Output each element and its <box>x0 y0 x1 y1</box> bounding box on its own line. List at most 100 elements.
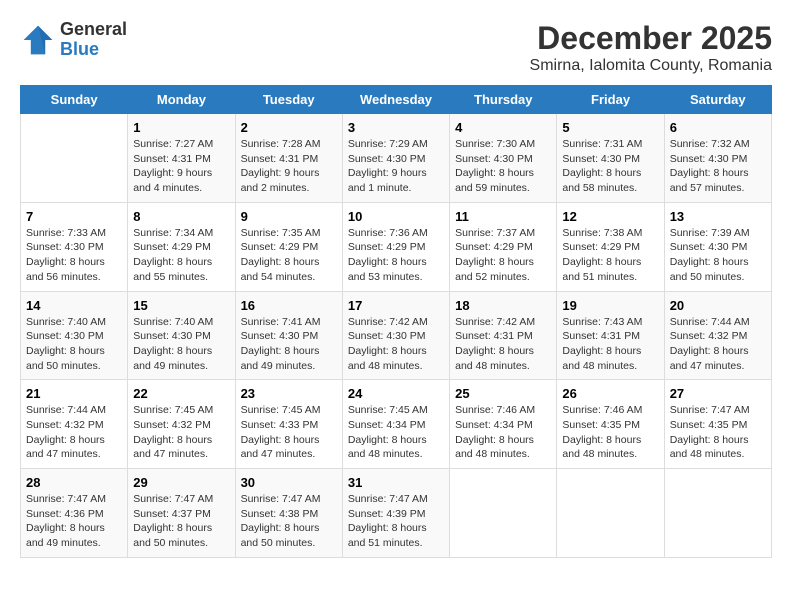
calendar-cell: 7 Sunrise: 7:33 AMSunset: 4:30 PMDaylight… <box>21 202 128 291</box>
day-number: 11 <box>455 209 551 224</box>
cell-content: Sunrise: 7:29 AMSunset: 4:30 PMDaylight:… <box>348 137 444 196</box>
day-number: 14 <box>26 298 122 313</box>
calendar-header: SundayMondayTuesdayWednesdayThursdayFrid… <box>21 86 772 114</box>
day-number: 15 <box>133 298 229 313</box>
weekday-header: Wednesday <box>342 86 449 114</box>
calendar-cell: 26 Sunrise: 7:46 AMSunset: 4:35 PMDayligh… <box>557 380 664 469</box>
day-number: 29 <box>133 475 229 490</box>
day-number: 30 <box>241 475 337 490</box>
day-number: 9 <box>241 209 337 224</box>
calendar-cell: 5Sunrise: 7:31 AMSunset: 4:30 PMDaylight… <box>557 114 664 203</box>
calendar-cell: 23Sunrise: 7:45 AMSunset: 4:33 PMDayligh… <box>235 380 342 469</box>
day-number: 12 <box>562 209 658 224</box>
weekday-header: Friday <box>557 86 664 114</box>
logo: General Blue <box>20 20 127 60</box>
calendar-cell: 29 Sunrise: 7:47 AMSunset: 4:37 PMDayligh… <box>128 469 235 558</box>
day-number: 18 <box>455 298 551 313</box>
day-number: 19 <box>562 298 658 313</box>
calendar-cell: 27Sunrise: 7:47 AMSunset: 4:35 PMDayligh… <box>664 380 771 469</box>
cell-content: Sunrise: 7:40 AMSunset: 4:30 PMDaylight:… <box>26 315 122 374</box>
cell-content: Sunrise: 7:45 AMSunset: 4:33 PMDaylight:… <box>241 403 337 462</box>
cell-content: Sunrise: 7:40 AMSunset: 4:30 PMDaylight:… <box>133 315 229 374</box>
calendar-cell: 12 Sunrise: 7:38 AMSunset: 4:29 PMDayligh… <box>557 202 664 291</box>
calendar-cell: 13 Sunrise: 7:39 AMSunset: 4:30 PMDayligh… <box>664 202 771 291</box>
weekday-header: Tuesday <box>235 86 342 114</box>
calendar-cell: 19 Sunrise: 7:43 AMSunset: 4:31 PMDayligh… <box>557 291 664 380</box>
day-number: 13 <box>670 209 766 224</box>
calendar-cell: 20Sunrise: 7:44 AMSunset: 4:32 PMDayligh… <box>664 291 771 380</box>
day-number: 2 <box>241 120 337 135</box>
day-number: 28 <box>26 475 122 490</box>
cell-content: Sunrise: 7:39 AMSunset: 4:30 PMDaylight:… <box>670 226 766 285</box>
day-number: 6 <box>670 120 766 135</box>
calendar-cell: 4Sunrise: 7:30 AMSunset: 4:30 PMDaylight… <box>450 114 557 203</box>
calendar-cell: 17 Sunrise: 7:42 AMSunset: 4:30 PMDayligh… <box>342 291 449 380</box>
cell-content: Sunrise: 7:42 AMSunset: 4:30 PMDaylight:… <box>348 315 444 374</box>
cell-content: Sunrise: 7:34 AMSunset: 4:29 PMDaylight:… <box>133 226 229 285</box>
cell-content: Sunrise: 7:33 AMSunset: 4:30 PMDaylight:… <box>26 226 122 285</box>
day-number: 24 <box>348 386 444 401</box>
cell-content: Sunrise: 7:47 AMSunset: 4:37 PMDaylight:… <box>133 492 229 551</box>
calendar-cell: 22 Sunrise: 7:45 AMSunset: 4:32 PMDayligh… <box>128 380 235 469</box>
cell-content: Sunrise: 7:47 AMSunset: 4:35 PMDaylight:… <box>670 403 766 462</box>
weekday-header-row: SundayMondayTuesdayWednesdayThursdayFrid… <box>21 86 772 114</box>
calendar-week-row: 14 Sunrise: 7:40 AMSunset: 4:30 PMDayligh… <box>21 291 772 380</box>
subtitle: Smirna, Ialomita County, Romania <box>530 57 772 75</box>
weekday-header: Sunday <box>21 86 128 114</box>
cell-content: Sunrise: 7:38 AMSunset: 4:29 PMDaylight:… <box>562 226 658 285</box>
logo-text: General Blue <box>60 20 127 60</box>
day-number: 1 <box>133 120 229 135</box>
day-number: 26 <box>562 386 658 401</box>
calendar-week-row: 1 Sunrise: 7:27 AMSunset: 4:31 PMDaylight… <box>21 114 772 203</box>
cell-content: Sunrise: 7:43 AMSunset: 4:31 PMDaylight:… <box>562 315 658 374</box>
calendar-cell: 31 Sunrise: 7:47 AMSunset: 4:39 PMDayligh… <box>342 469 449 558</box>
logo-general: General <box>60 19 127 39</box>
cell-content: Sunrise: 7:45 AMSunset: 4:34 PMDaylight:… <box>348 403 444 462</box>
cell-content: Sunrise: 7:41 AMSunset: 4:30 PMDaylight:… <box>241 315 337 374</box>
cell-content: Sunrise: 7:42 AMSunset: 4:31 PMDaylight:… <box>455 315 551 374</box>
calendar-cell: 15 Sunrise: 7:40 AMSunset: 4:30 PMDayligh… <box>128 291 235 380</box>
cell-content: Sunrise: 7:47 AMSunset: 4:39 PMDaylight:… <box>348 492 444 551</box>
calendar-cell: 8 Sunrise: 7:34 AMSunset: 4:29 PMDaylight… <box>128 202 235 291</box>
calendar-cell: 3 Sunrise: 7:29 AMSunset: 4:30 PMDaylight… <box>342 114 449 203</box>
cell-content: Sunrise: 7:28 AMSunset: 4:31 PMDaylight:… <box>241 137 337 196</box>
calendar-cell: 30 Sunrise: 7:47 AMSunset: 4:38 PMDayligh… <box>235 469 342 558</box>
title-block: December 2025 Smirna, Ialomita County, R… <box>530 20 772 75</box>
cell-content: Sunrise: 7:44 AMSunset: 4:32 PMDaylight:… <box>670 315 766 374</box>
day-number: 31 <box>348 475 444 490</box>
day-number: 17 <box>348 298 444 313</box>
cell-content: Sunrise: 7:31 AMSunset: 4:30 PMDaylight:… <box>562 137 658 196</box>
day-number: 8 <box>133 209 229 224</box>
day-number: 21 <box>26 386 122 401</box>
cell-content: Sunrise: 7:37 AMSunset: 4:29 PMDaylight:… <box>455 226 551 285</box>
calendar-cell: 11 Sunrise: 7:37 AMSunset: 4:29 PMDayligh… <box>450 202 557 291</box>
day-number: 25 <box>455 386 551 401</box>
calendar-cell <box>450 469 557 558</box>
weekday-header: Monday <box>128 86 235 114</box>
day-number: 16 <box>241 298 337 313</box>
logo-icon <box>20 22 56 58</box>
calendar-week-row: 21Sunrise: 7:44 AMSunset: 4:32 PMDayligh… <box>21 380 772 469</box>
day-number: 3 <box>348 120 444 135</box>
day-number: 7 <box>26 209 122 224</box>
cell-content: Sunrise: 7:46 AMSunset: 4:35 PMDaylight:… <box>562 403 658 462</box>
main-title: December 2025 <box>530 20 772 57</box>
weekday-header: Saturday <box>664 86 771 114</box>
cell-content: Sunrise: 7:27 AMSunset: 4:31 PMDaylight:… <box>133 137 229 196</box>
cell-content: Sunrise: 7:47 AMSunset: 4:36 PMDaylight:… <box>26 492 122 551</box>
page-header: General Blue December 2025 Smirna, Ialom… <box>20 20 772 75</box>
cell-content: Sunrise: 7:30 AMSunset: 4:30 PMDaylight:… <box>455 137 551 196</box>
cell-content: Sunrise: 7:45 AMSunset: 4:32 PMDaylight:… <box>133 403 229 462</box>
calendar-cell: 1 Sunrise: 7:27 AMSunset: 4:31 PMDaylight… <box>128 114 235 203</box>
calendar-cell: 9Sunrise: 7:35 AMSunset: 4:29 PMDaylight… <box>235 202 342 291</box>
calendar-cell: 16 Sunrise: 7:41 AMSunset: 4:30 PMDayligh… <box>235 291 342 380</box>
day-number: 22 <box>133 386 229 401</box>
calendar-cell <box>557 469 664 558</box>
calendar-cell <box>21 114 128 203</box>
cell-content: Sunrise: 7:32 AMSunset: 4:30 PMDaylight:… <box>670 137 766 196</box>
calendar-cell: 6 Sunrise: 7:32 AMSunset: 4:30 PMDaylight… <box>664 114 771 203</box>
calendar-cell: 24 Sunrise: 7:45 AMSunset: 4:34 PMDayligh… <box>342 380 449 469</box>
cell-content: Sunrise: 7:36 AMSunset: 4:29 PMDaylight:… <box>348 226 444 285</box>
cell-content: Sunrise: 7:47 AMSunset: 4:38 PMDaylight:… <box>241 492 337 551</box>
calendar-week-row: 28 Sunrise: 7:47 AMSunset: 4:36 PMDayligh… <box>21 469 772 558</box>
